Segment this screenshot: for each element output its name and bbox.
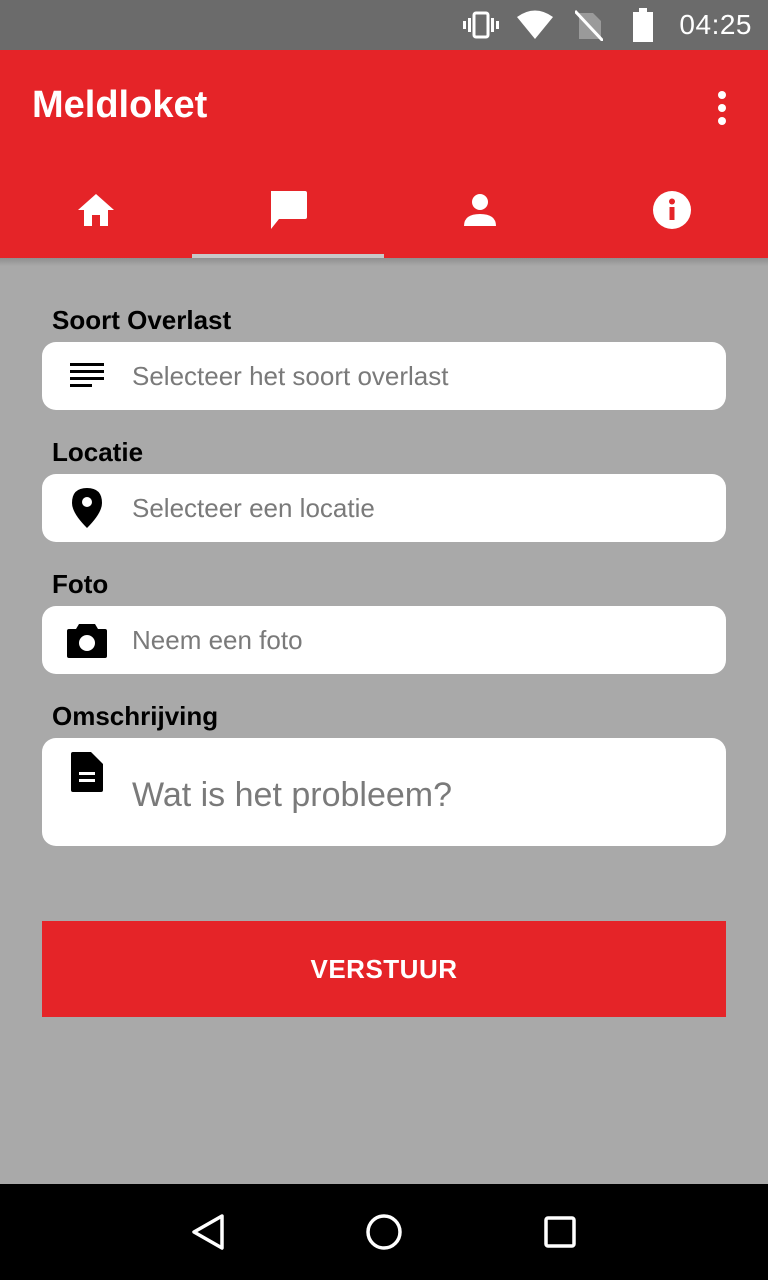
system-nav-bar [0,1184,768,1280]
foto-placeholder: Neem een foto [132,624,303,655]
locatie-label: Locatie [52,437,144,467]
back-icon [192,1214,224,1250]
soort-overlast-placeholder: Selecteer het soort overlast [132,360,449,391]
vibrate-icon [463,7,500,43]
wifi-icon [517,7,554,43]
document-icon [42,738,132,792]
battery-icon [625,7,661,43]
locatie-placeholder: Selecteer een locatie [132,492,375,523]
tab-report[interactable] [192,162,384,258]
person-icon [464,194,496,226]
report-form: Soort Overlast Selecteer het soort overl… [42,300,726,868]
home-icon [78,194,114,226]
status-bar: 04:25 [0,0,768,50]
foto-field[interactable]: Neem een foto [42,606,726,674]
overflow-menu-button[interactable] [698,84,746,132]
tab-home[interactable] [0,162,192,258]
chat-icon [271,191,307,229]
camera-icon [42,622,132,658]
nav-recents-button[interactable] [530,1202,590,1262]
home-circle-icon [366,1214,402,1250]
app-title: Meldloket [32,84,208,126]
soort-overlast-label: Soort Overlast [52,305,232,335]
nav-back-button[interactable] [178,1202,238,1262]
recents-icon [544,1216,576,1248]
status-time: 04:25 [679,9,752,40]
subject-icon [42,363,132,389]
more-vert-icon [718,91,726,125]
app-bar-shadow [0,258,768,266]
no-sim-icon [571,7,607,43]
omschrijving-label: Omschrijving [52,701,219,731]
locatie-field[interactable]: Selecteer een locatie [42,474,726,542]
tab-bar [0,162,768,258]
submit-button[interactable]: VERSTUUR [42,921,726,1017]
nav-home-button[interactable] [354,1202,414,1262]
tab-profile[interactable] [384,162,576,258]
omschrijving-field[interactable]: Wat is het probleem? [42,738,726,846]
info-icon [653,191,691,229]
location-pin-icon [42,488,132,528]
tab-info[interactable] [576,162,768,258]
app-bar: Meldloket [0,50,768,258]
soort-overlast-field[interactable]: Selecteer het soort overlast [42,342,726,410]
omschrijving-placeholder: Wat is het probleem? [132,776,452,814]
foto-label: Foto [52,569,109,599]
